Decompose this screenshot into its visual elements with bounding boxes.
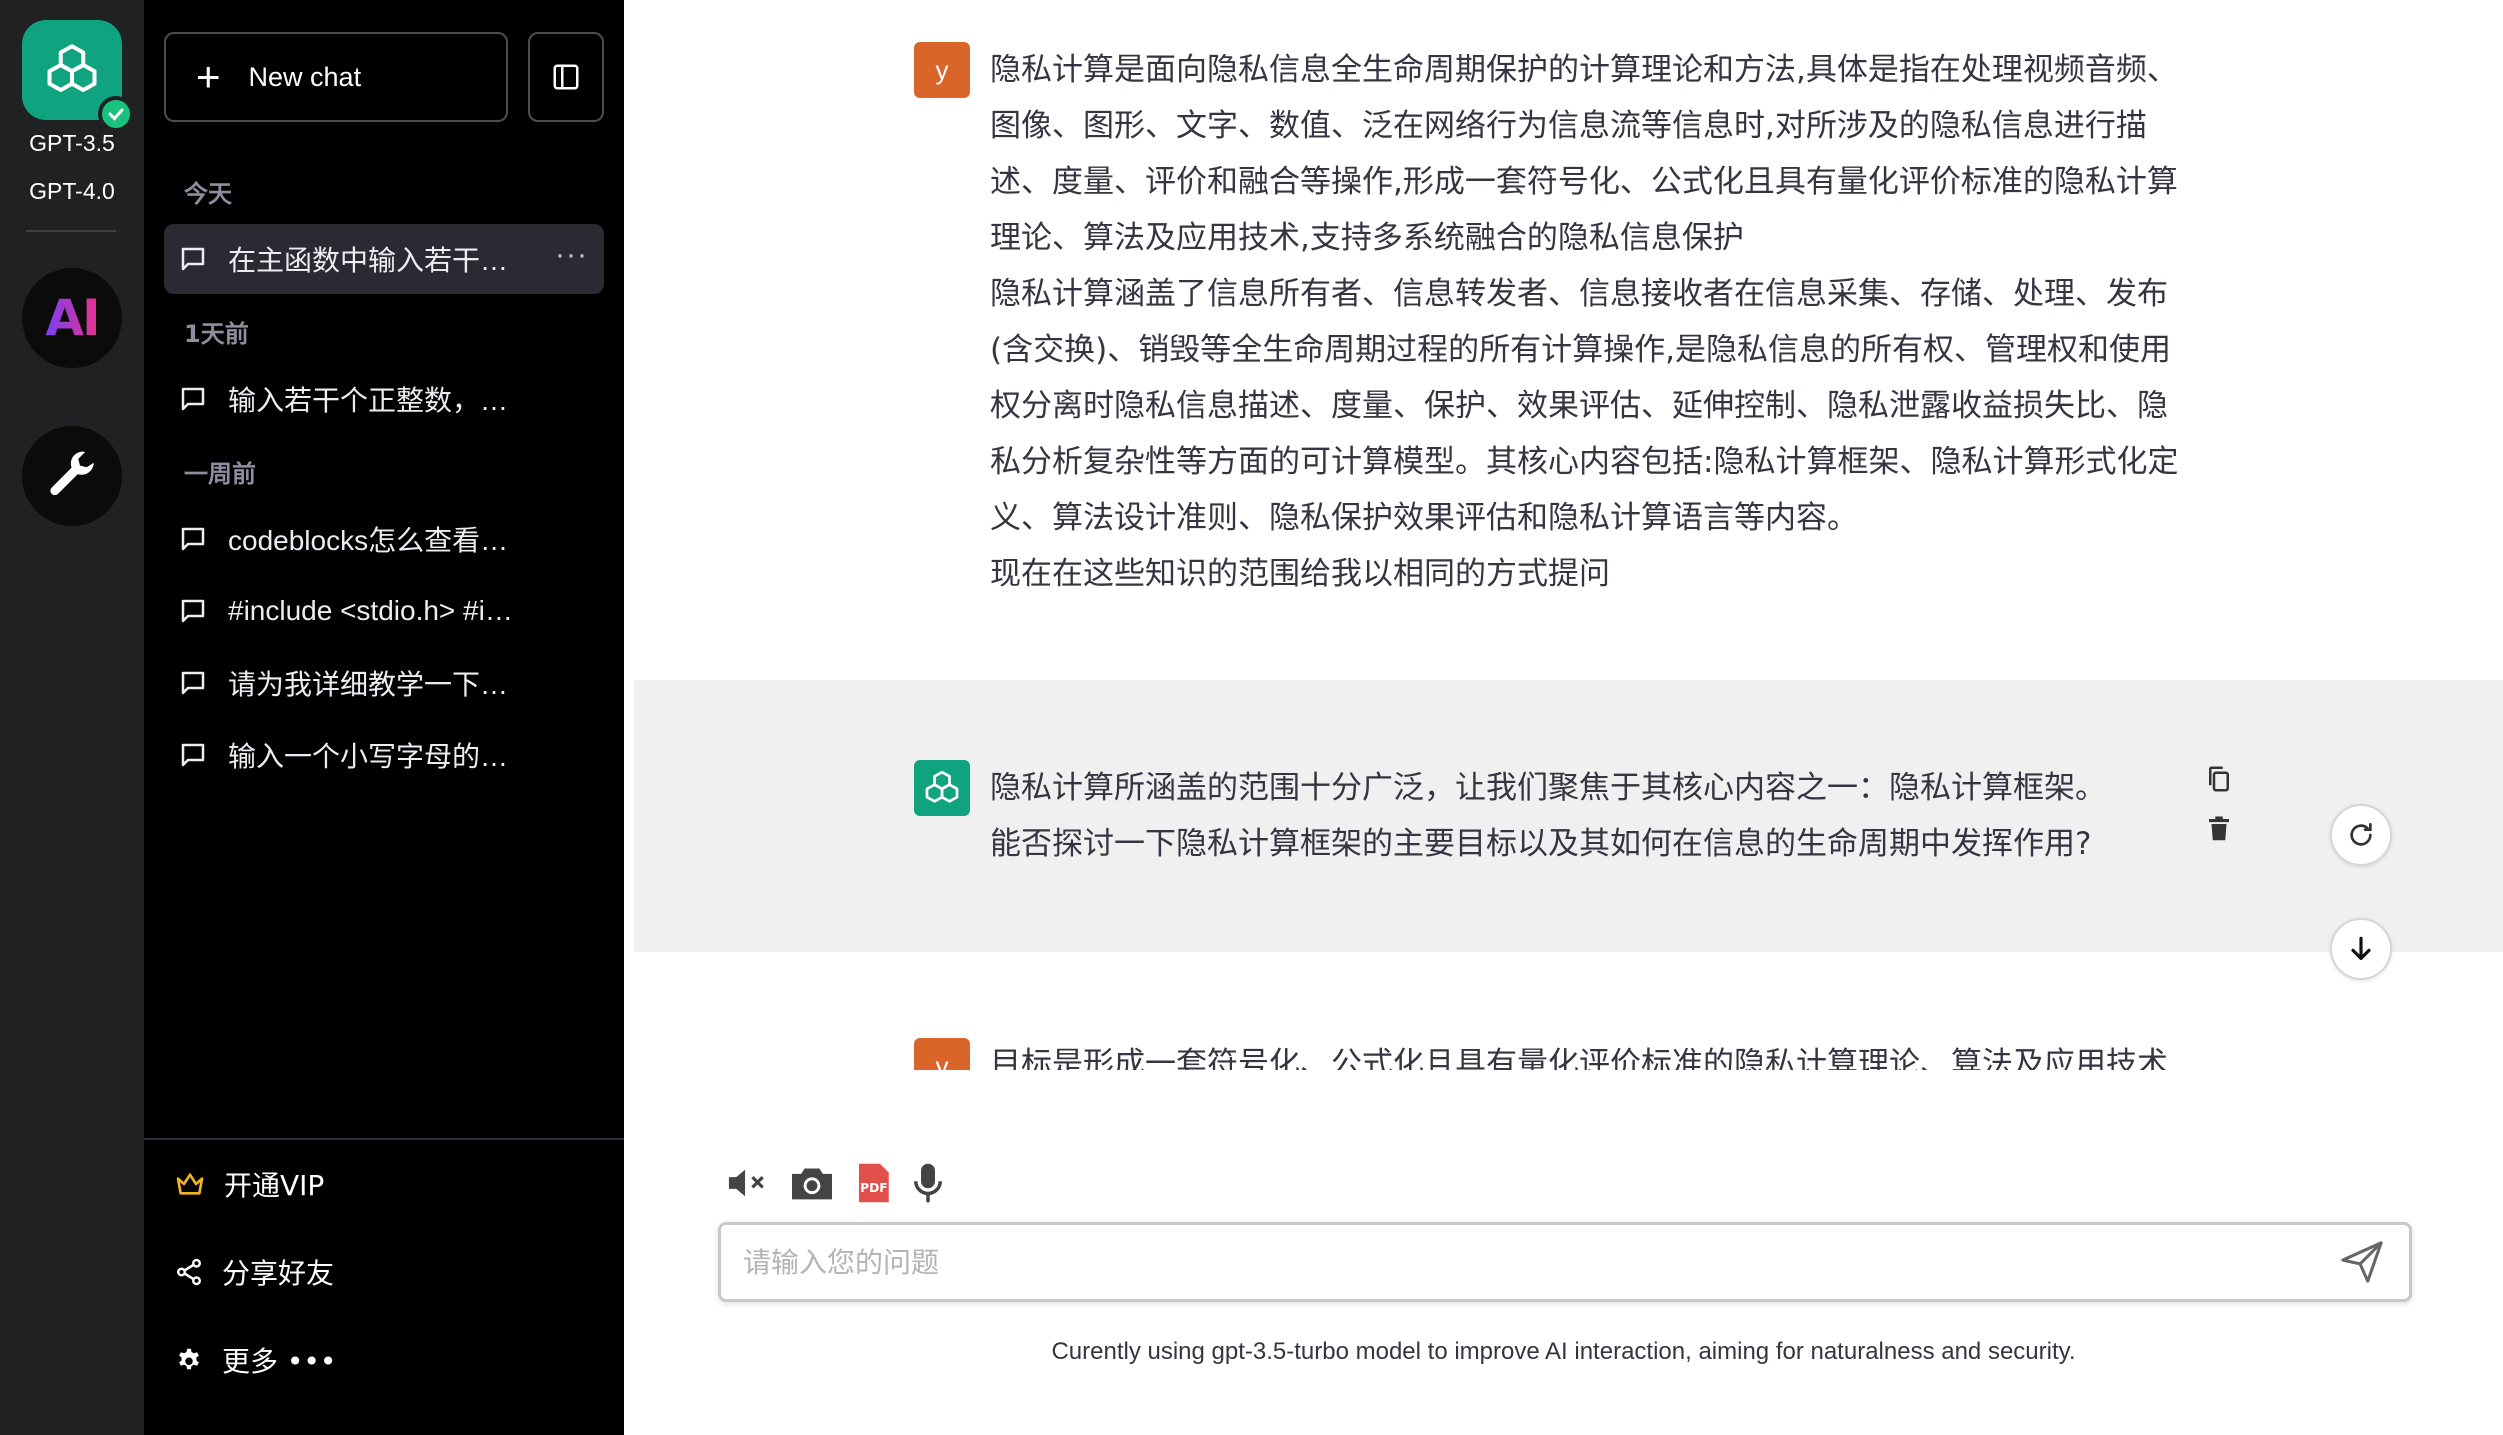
openai-icon <box>47 44 97 92</box>
chat-item-label: #include <stdio.h> #i… <box>228 595 513 626</box>
scroll-down-button[interactable] <box>2330 918 2392 980</box>
crown-icon <box>176 1173 204 1195</box>
sidebar-divider <box>144 1138 624 1140</box>
user-message-line: 权分离时隐私信息描述、度量、保护、效果评估、延伸控制、隐私泄露收益损失比、隐 <box>990 388 2168 424</box>
assistant-message-text: 隐私计算所涵盖的范围十分广泛，让我们聚焦于其核心内容之一：隐私计算框架。 能否探… <box>990 760 2230 872</box>
footer-note: Curently using gpt-3.5-turbo model to im… <box>1051 1338 2076 1365</box>
model-rail: GPT-3.5 GPT-4.0 AI <box>0 0 144 1435</box>
assistant-avatar <box>914 760 970 816</box>
next-user-message-text: 目标是形成一套符号化、公式化且具有量化评价标准的隐私计算理论、算法及应用技术 <box>990 1046 2168 1070</box>
user-avatar: y <box>914 1038 970 1070</box>
chat-item-label: 输入若干个正整数，… <box>228 385 509 416</box>
microphone-button[interactable] <box>910 1162 946 1208</box>
user-message-line: 现在在这些知识的范围给我以相同的方式提问 <box>990 556 1610 592</box>
chat-sidebar: + New chat 今天 在主函数中输入若干… ··· 1天前 输入若干个正整… <box>144 0 624 1435</box>
camera-button[interactable] <box>788 1163 836 1207</box>
user-message-line: (含交换)、销毁等全生命周期过程的所有计算操作,是隐私信息的所有权、管理权和使用 <box>990 332 2172 368</box>
group-label-1day: 1天前 <box>184 320 249 348</box>
chat-bubble-icon <box>181 247 205 271</box>
user-message-line: 私分析复杂性等方面的可计算模型。其核心内容包括:隐私计算框架、隐私计算形式化定 <box>990 444 2179 480</box>
assistant-message-line: 隐私计算所涵盖的范围十分广泛，让我们聚焦于其核心内容之一：隐私计算框架。 <box>990 770 2106 806</box>
check-icon <box>98 96 134 132</box>
question-input-box <box>718 1222 2412 1302</box>
composer: PDF Curently using gpt-3.5-turbo model t… <box>624 1070 2503 1435</box>
speaker-muted-icon <box>728 1169 764 1197</box>
chat-item-label: 请为我详细教学一下… <box>228 669 509 700</box>
share-icon <box>177 1258 201 1286</box>
user-message-text: 隐私计算是面向隐私信息全生命周期保护的计算理论和方法,具体是指在处理视频音频、 … <box>990 42 2230 602</box>
tools-button[interactable] <box>22 426 122 526</box>
pdf-label: PDF <box>860 1181 888 1195</box>
pdf-icon: PDF <box>859 1163 889 1203</box>
group-label-today: 今天 <box>184 180 232 208</box>
plus-icon: + <box>196 53 221 100</box>
vip-button[interactable]: 开通VIP <box>174 1164 324 1204</box>
chat-item-label: 输入一个小写字母的… <box>228 741 509 772</box>
group-label-week: 一周前 <box>184 460 256 488</box>
chat-bubble-icon <box>181 743 205 767</box>
composer-toolbar: PDF <box>726 1162 946 1208</box>
user-avatar: y <box>914 42 970 98</box>
user-message-line: 述、度量、评价和融合等操作,形成一套符号化、公式化且具有量化评价标准的隐私计算 <box>990 164 2178 200</box>
assistant-message-row: 隐私计算所涵盖的范围十分广泛，让我们聚焦于其核心内容之一：隐私计算框架。 能否探… <box>634 680 2503 980</box>
sidebar-toggle-icon <box>553 64 579 90</box>
delete-button[interactable] <box>2204 814 2234 844</box>
trash-icon <box>2209 816 2229 841</box>
user-message-line: 隐私计算涵盖了信息所有者、信息转发者、信息接收者在信息采集、存储、处理、发布 <box>990 276 2168 312</box>
chat-main: y 隐私计算是面向隐私信息全生命周期保护的计算理论和方法,具体是指在处理视频音频… <box>624 0 2503 1435</box>
copy-icon <box>2209 766 2229 792</box>
chat-item[interactable]: 在主函数中输入若干… ··· <box>164 224 604 294</box>
send-icon <box>2341 1241 2383 1283</box>
user-message-row: y 隐私计算是面向隐私信息全生命周期保护的计算理论和方法,具体是指在处理视频音频… <box>624 0 2503 680</box>
camera-icon <box>792 1168 832 1200</box>
chat-bubble-icon <box>181 599 205 623</box>
vip-label: 开通VIP <box>224 1169 325 1202</box>
chat-item-label: codeblocks怎么查看… <box>228 525 509 556</box>
user-message-line: 隐私计算是面向隐私信息全生命周期保护的计算理论和方法,具体是指在处理视频音频、 <box>990 52 2178 88</box>
chat-bubble-icon <box>181 387 205 411</box>
copy-button[interactable] <box>2204 764 2234 794</box>
ai-logo: AI <box>45 289 100 347</box>
new-chat-button[interactable]: + New chat <box>164 32 508 122</box>
wrench-icon <box>50 451 94 496</box>
model-gpt40[interactable]: GPT-4.0 <box>0 178 144 205</box>
chat-item[interactable]: 输入若干个正整数，… <box>164 364 604 434</box>
chat-item[interactable]: 输入一个小写字母的… <box>164 720 604 790</box>
model-gpt35[interactable]: GPT-3.5 <box>0 130 144 157</box>
chat-item[interactable]: codeblocks怎么查看… <box>164 504 604 574</box>
chat-bubble-icon <box>181 671 205 695</box>
share-button[interactable]: 分享好友 <box>174 1252 334 1292</box>
chat-item[interactable]: 请为我详细教学一下… <box>164 648 604 718</box>
more-options-icon[interactable]: ··· <box>555 238 588 272</box>
rail-divider <box>26 230 116 232</box>
ai-app-button[interactable]: AI <box>22 268 122 368</box>
chat-item-label: 在主函数中输入若干… <box>228 245 509 276</box>
openai-icon <box>925 770 959 803</box>
user-message-line: 义、算法设计准则、隐私保护效果评估和隐私计算语言等内容。 <box>990 500 1858 536</box>
regenerate-button[interactable] <box>2330 804 2392 866</box>
share-label: 分享好友 <box>222 1257 335 1290</box>
send-button[interactable] <box>2339 1239 2385 1289</box>
pdf-button[interactable]: PDF <box>854 1162 892 1208</box>
next-user-message-row: y 目标是形成一套符号化、公式化且具有量化评价标准的隐私计算理论、算法及应用技术 <box>624 1036 2503 1070</box>
chat-bubble-icon <box>181 527 205 551</box>
assistant-message-line: 能否探讨一下隐私计算框架的主要目标以及其如何在信息的生命周期中发挥作用? <box>990 826 2092 862</box>
microphone-icon <box>914 1163 942 1203</box>
collapse-sidebar-button[interactable] <box>528 32 604 122</box>
user-message-line: 图像、图形、文字、数值、泛在网络行为信息流等信息时,对所涉及的隐私信息进行描 <box>990 108 2147 144</box>
question-input[interactable] <box>721 1225 2281 1299</box>
refresh-icon <box>2350 823 2372 846</box>
arrow-down-icon <box>2351 936 2371 960</box>
user-message-line: 理论、算法及应用技术,支持多系统融合的隐私信息保护 <box>990 220 1744 256</box>
new-chat-label: New chat <box>248 61 362 92</box>
more-label: 更多 ••• <box>222 1345 337 1378</box>
more-button[interactable]: 更多 ••• <box>174 1340 336 1380</box>
gear-icon <box>179 1348 199 1370</box>
chat-item[interactable]: #include <stdio.h> #i… <box>164 576 604 646</box>
mute-button[interactable] <box>726 1163 770 1207</box>
